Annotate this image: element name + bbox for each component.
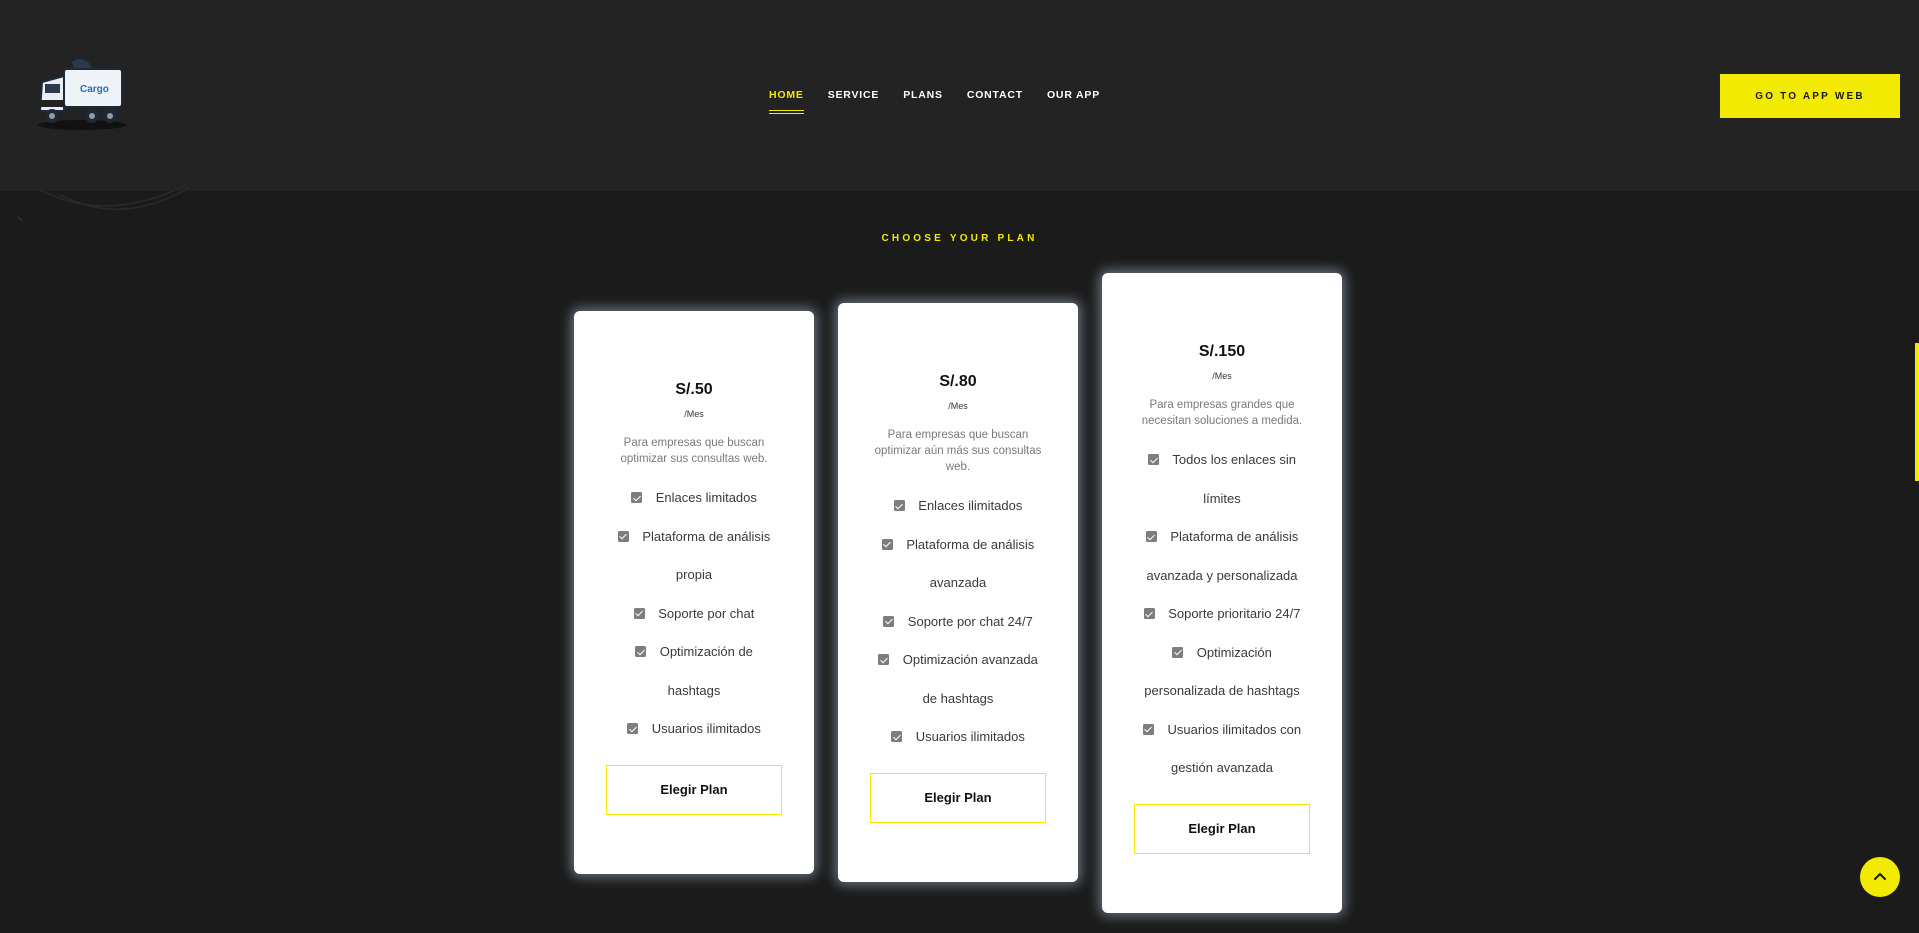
site-header: Cargo HOME SERVICE PLANS CONTACT OUR APP… <box>0 0 1919 191</box>
plan-price: S/.50 <box>675 381 713 398</box>
nav-item-label: OUR APP <box>1046 89 1101 101</box>
choose-plan-button[interactable]: Elegir Plan <box>870 772 1046 823</box>
plan-period: /Mes <box>684 409 704 419</box>
nav-item-plans[interactable]: PLANS <box>903 88 943 118</box>
feature-text: Optimización personalizada de hashtags <box>1144 644 1300 699</box>
plan-period: /Mes <box>1212 371 1232 381</box>
feature-text: Plataforma de análisis propia <box>642 528 771 583</box>
nav-item-label: SERVICE <box>827 89 880 101</box>
check-square-icon <box>1145 531 1157 542</box>
feature-item: Plataforma de análisis propia <box>610 518 778 595</box>
feature-text: Optimización de hashtags <box>659 644 753 698</box>
choose-plan-button[interactable]: Elegir Plan <box>606 764 782 815</box>
plan-card-basic: S/.50 /Mes Para empresas que buscan opti… <box>574 311 814 874</box>
section-title: CHOOSE YOUR PLAN <box>881 233 1038 245</box>
check-square-icon <box>881 538 893 550</box>
plan-price: S/.80 <box>939 373 977 390</box>
nav-item-contact[interactable]: CONTACT <box>967 88 1023 118</box>
feature-text: Plataforma de análisis avanzada y person… <box>1146 529 1299 583</box>
feature-item: Soporte prioritario 24/7 <box>1138 595 1306 634</box>
active-underline <box>769 110 804 114</box>
main-nav: HOME SERVICE PLANS CONTACT OUR APP <box>769 88 1124 118</box>
check-square-icon <box>635 646 647 657</box>
nav-item-label: CONTACT <box>966 89 1023 101</box>
feature-text: Todos los enlaces sin límites <box>1172 452 1296 506</box>
feature-text: Optimización avanzada de hashtags <box>902 652 1038 706</box>
check-square-icon <box>1142 723 1154 735</box>
check-square-icon <box>883 615 895 627</box>
scroll-indicator[interactable] <box>1915 343 1919 481</box>
check-square-icon <box>617 530 629 542</box>
feature-item: Optimización de hashtags <box>610 633 778 710</box>
plan-description: Para empresas que buscan optimizar aún m… <box>874 429 1042 473</box>
plan-features: Enlaces ilimitados Plataforma de análisi… <box>838 487 1078 757</box>
feature-text: Usuarios ilimitados <box>915 729 1025 744</box>
feature-item: Plataforma de análisis avanzada <box>874 526 1042 603</box>
feature-text: Usuarios ilimitados <box>651 721 761 736</box>
feature-item: Usuarios ilimitados con gestión avanzada <box>1138 711 1306 788</box>
feature-item: Soporte por chat 24/7 <box>874 603 1042 642</box>
feature-text: Soporte por chat <box>658 605 755 621</box>
plan-period: /Mes <box>948 401 968 411</box>
check-square-icon <box>1143 608 1155 619</box>
nav-item-label: PLANS <box>903 89 943 101</box>
feature-item: Optimización avanzada de hashtags <box>874 641 1042 718</box>
plan-features: Enlaces limitados Plataforma de análisis… <box>574 479 814 749</box>
check-square-icon <box>633 607 645 619</box>
check-square-icon <box>1172 646 1184 658</box>
nav-item-service[interactable]: SERVICE <box>828 88 880 118</box>
plan-price: S/.150 <box>1198 343 1246 360</box>
feature-text: Enlaces limitados <box>655 490 757 505</box>
plan-description: Para empresas que buscan optimizar sus c… <box>620 437 768 465</box>
feature-item: Enlaces limitados <box>610 479 778 518</box>
check-square-icon <box>878 654 890 665</box>
page: Cargo HOME SERVICE PLANS CONTACT OUR APP… <box>0 0 1919 933</box>
nav-item-label: HOME <box>769 89 804 101</box>
feature-item: Usuarios ilimitados <box>610 710 778 749</box>
feature-item: Soporte por chat <box>610 595 778 634</box>
nav-item-our-app[interactable]: OUR APP <box>1047 88 1100 118</box>
plan-card-premium: S/.150 /Mes Para empresas grandes que ne… <box>1102 273 1342 913</box>
feature-text: Enlaces ilimitados <box>918 498 1023 513</box>
nav-item-home[interactable]: HOME <box>769 88 804 118</box>
feature-item: Enlaces ilimitados <box>874 487 1042 526</box>
feature-item: Plataforma de análisis avanzada y person… <box>1138 518 1306 595</box>
back-to-top-button[interactable] <box>1860 857 1900 897</box>
plan-card-standard: S/.80 /Mes Para empresas que buscan opti… <box>838 303 1078 882</box>
check-square-icon <box>631 492 643 503</box>
feature-text: Soporte por chat 24/7 <box>907 613 1033 629</box>
truck-logo[interactable]: Cargo <box>34 56 130 132</box>
svg-text:Cargo: Cargo <box>80 84 109 95</box>
check-square-icon <box>891 731 903 742</box>
feature-text: Plataforma de análisis avanzada <box>906 536 1035 591</box>
plan-features: Todos los enlaces sin límites Plataforma… <box>1102 441 1342 788</box>
check-square-icon <box>1148 454 1160 465</box>
decorative-swirl <box>17 185 191 222</box>
feature-item: Usuarios ilimitados <box>874 718 1042 757</box>
feature-item: Optimización personalizada de hashtags <box>1138 634 1306 711</box>
check-square-icon <box>627 723 639 734</box>
feature-item: Todos los enlaces sin límites <box>1138 441 1306 518</box>
choose-plan-button[interactable]: Elegir Plan <box>1134 803 1310 854</box>
plan-description: Para empresas grandes que necesitan solu… <box>1141 399 1303 427</box>
go-to-app-web-button[interactable]: GO TO APP WEB <box>1720 74 1900 118</box>
feature-text: Usuarios ilimitados con gestión avanzada <box>1167 721 1302 776</box>
feature-text: Soporte prioritario 24/7 <box>1168 606 1301 621</box>
check-square-icon <box>893 500 905 511</box>
chevron-up-icon <box>1874 873 1886 880</box>
